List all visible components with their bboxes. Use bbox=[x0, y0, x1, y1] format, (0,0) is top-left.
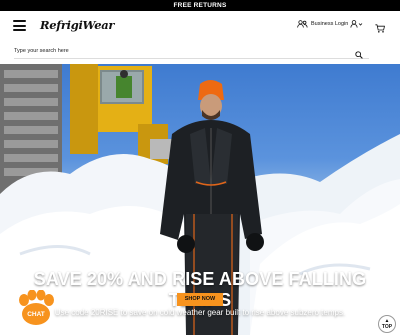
back-to-top-label: TOP bbox=[381, 324, 393, 330]
account-menu-button[interactable] bbox=[350, 20, 363, 28]
shop-now-button[interactable]: SHOP NOW bbox=[177, 293, 223, 306]
business-users-icon bbox=[297, 20, 308, 28]
chat-widget-button[interactable]: CHAT bbox=[16, 289, 56, 328]
business-login-link[interactable]: Business Login bbox=[297, 20, 348, 28]
site-logo[interactable]: RefrigiWear bbox=[40, 18, 114, 32]
paw-icon bbox=[19, 289, 54, 325]
hero-subline: Use code 20RISE to save on cold weather … bbox=[54, 308, 346, 317]
search-input[interactable] bbox=[14, 43, 344, 58]
business-login-label: Business Login bbox=[311, 21, 349, 27]
promo-bar: FREE RETURNS bbox=[0, 0, 400, 11]
hamburger-menu-icon[interactable] bbox=[13, 20, 26, 31]
promo-text: FREE RETURNS bbox=[173, 2, 227, 9]
cart-icon bbox=[375, 24, 385, 33]
search-row bbox=[0, 40, 400, 64]
user-icon bbox=[350, 20, 363, 28]
back-to-top-button[interactable]: ▲ TOP bbox=[378, 315, 396, 333]
search-icon bbox=[355, 51, 363, 59]
search-button[interactable] bbox=[355, 46, 363, 64]
search-bar bbox=[14, 43, 369, 59]
cart-button[interactable] bbox=[375, 20, 385, 38]
site-header: RefrigiWear Business Login bbox=[0, 11, 400, 40]
chat-label: CHAT bbox=[27, 311, 45, 318]
